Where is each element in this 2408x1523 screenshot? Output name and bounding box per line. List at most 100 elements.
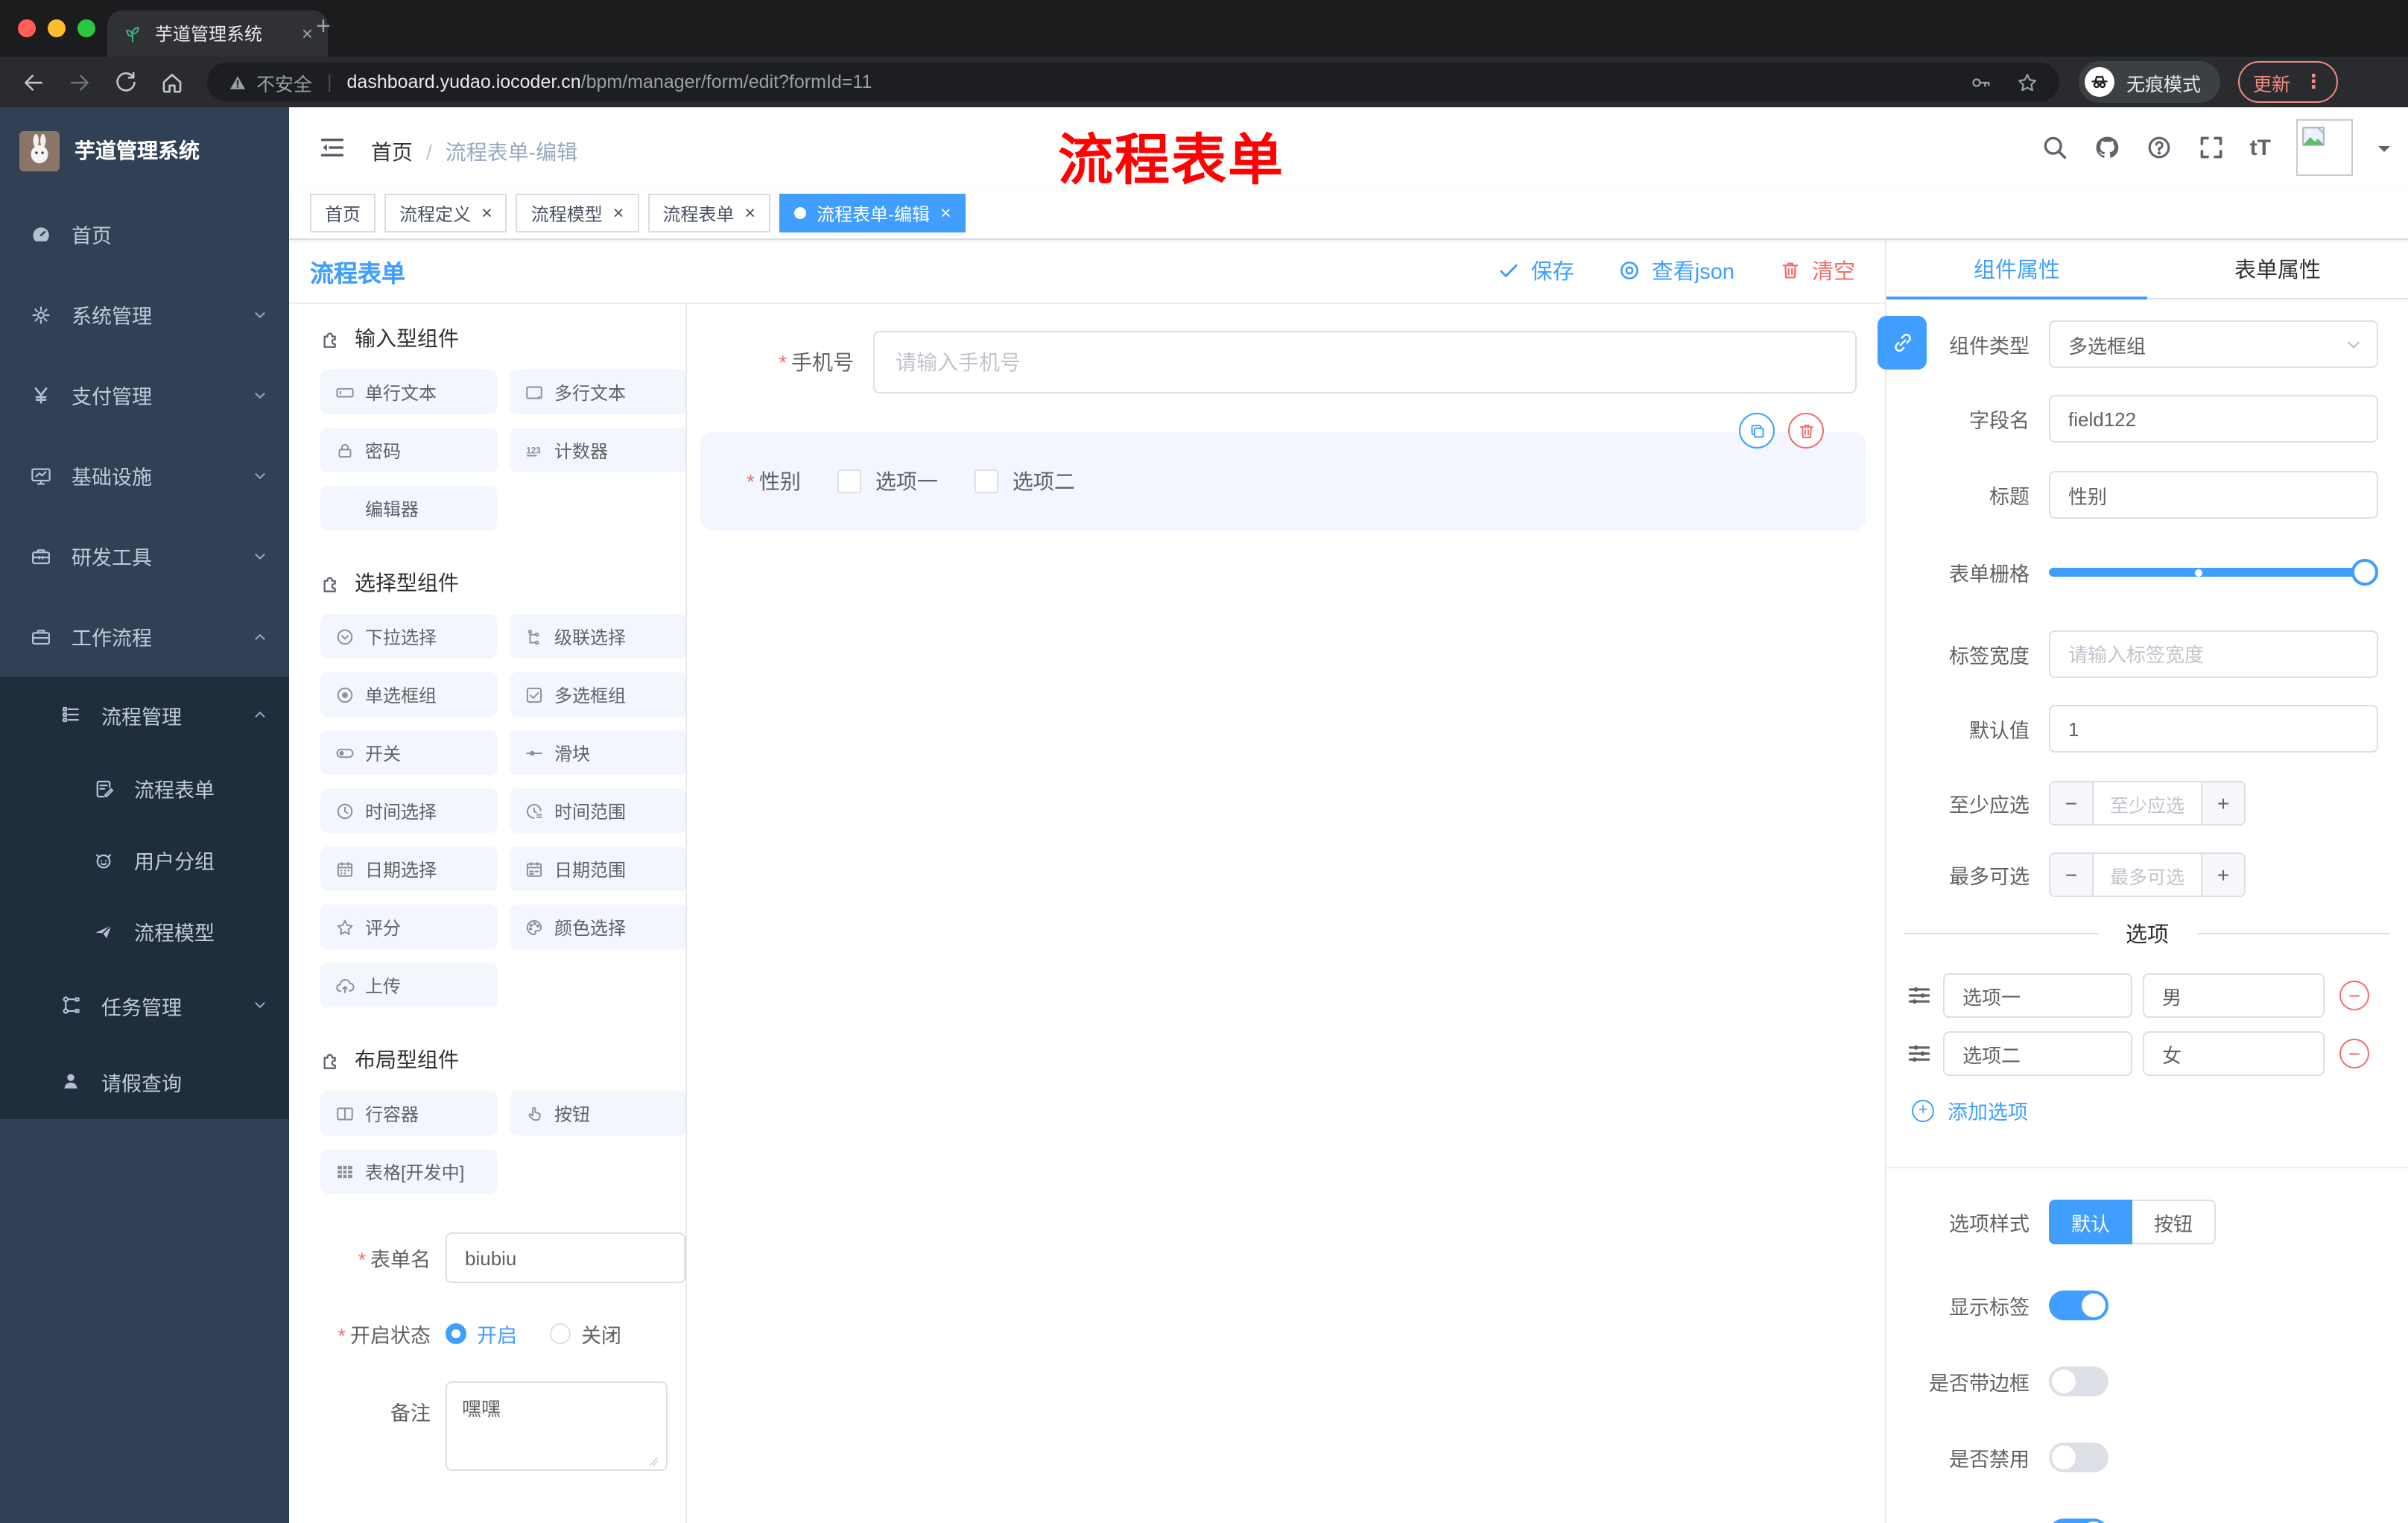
form-name-input[interactable] <box>446 1232 685 1283</box>
close-icon[interactable]: × <box>940 203 951 223</box>
close-window-button[interactable] <box>18 19 36 37</box>
add-option-button[interactable]: + 添加选项 <box>1912 1095 2408 1125</box>
sidebar-item-leave-query[interactable]: 请假查询 <box>0 1043 289 1119</box>
component-type-select[interactable]: 多选框组 <box>2049 320 2378 368</box>
drag-handle-icon[interactable] <box>1906 1040 1933 1067</box>
sidebar-item[interactable]: 系统管理 <box>0 274 289 355</box>
increase-button[interactable]: + <box>2202 782 2244 824</box>
back-icon[interactable] <box>21 69 46 95</box>
sidebar-subitem[interactable]: 流程表单 <box>0 753 289 824</box>
search-icon[interactable] <box>2041 134 2068 161</box>
tag[interactable]: 流程表单 × <box>647 194 770 232</box>
sidebar-item[interactable]: 基础设施 <box>0 435 289 516</box>
reload-icon[interactable] <box>113 69 139 95</box>
sidebar-item[interactable]: 工作流程 <box>0 596 289 677</box>
app-logo[interactable]: 芋道管理系统 <box>0 107 289 194</box>
toggle-switch[interactable] <box>2049 1367 2108 1396</box>
component-item[interactable]: 颜色选择 <box>510 905 685 949</box>
chrome-update-button[interactable]: 更新 ⋮ <box>2238 61 2339 103</box>
component-item[interactable]: 按钮 <box>510 1091 685 1136</box>
phone-field[interactable]: 手机号 <box>723 331 1857 393</box>
component-item[interactable]: 单选框组 <box>320 672 498 717</box>
tag[interactable]: 首页 <box>310 194 376 232</box>
close-icon[interactable]: × <box>481 203 492 223</box>
option-value-input[interactable] <box>2143 973 2325 1018</box>
sidebar-subitem[interactable]: 流程模型 <box>0 896 289 967</box>
component-item[interactable]: 多行文本 <box>510 370 685 414</box>
remove-option-button[interactable]: − <box>2339 981 2369 1010</box>
zoom-window-button[interactable] <box>77 19 95 37</box>
field-name-input[interactable] <box>2049 395 2378 443</box>
github-icon[interactable] <box>2094 134 2120 161</box>
drag-handle-icon[interactable] <box>1906 982 1933 1009</box>
clear-button[interactable]: 清空 <box>1779 255 1855 286</box>
sidebar-item[interactable]: 首页 <box>0 194 289 274</box>
not-secure-icon[interactable] <box>228 72 247 92</box>
decrease-button[interactable]: − <box>2050 782 2092 824</box>
breadcrumb-home[interactable]: 首页 <box>371 137 413 167</box>
sidebar-item[interactable]: 研发工具 <box>0 516 289 596</box>
label-width-input[interactable] <box>2049 630 2378 678</box>
avatar[interactable] <box>2296 119 2353 176</box>
style-default-button[interactable]: 默认 <box>2049 1200 2132 1244</box>
component-item[interactable]: 时间范围 <box>510 788 685 833</box>
resize-grip-icon[interactable] <box>650 1457 663 1471</box>
toggle-switch[interactable] <box>2049 1519 2108 1523</box>
tab-component-props[interactable]: 组件属性 <box>1886 238 2147 298</box>
gender-field-selected[interactable]: 性别 选项一 选项二 <box>700 413 1866 531</box>
component-item[interactable]: 开关 <box>320 730 498 775</box>
delete-component-button[interactable] <box>1788 413 1824 449</box>
close-icon[interactable]: × <box>744 203 755 223</box>
component-item[interactable]: 表格[开发中] <box>320 1149 498 1194</box>
home-icon[interactable] <box>159 69 185 95</box>
font-size-icon[interactable]: tT <box>2250 135 2271 160</box>
sidebar-item-process-management[interactable]: 流程管理 <box>0 677 289 753</box>
tab-form-props[interactable]: 表单属性 <box>2147 238 2408 298</box>
component-item[interactable]: 评分 <box>320 905 498 949</box>
sidebar-item-task-management[interactable]: 任务管理 <box>0 967 289 1043</box>
bookmark-star-icon[interactable] <box>2016 71 2038 93</box>
component-item[interactable]: 多选框组 <box>510 672 685 717</box>
new-tab-button[interactable]: + <box>316 13 331 39</box>
phone-input[interactable] <box>873 331 1857 393</box>
option-value-input[interactable] <box>2143 1031 2325 1076</box>
more-menu-icon[interactable]: ⋮ <box>2304 70 2323 94</box>
hamburger-icon[interactable] <box>319 134 346 161</box>
default-value-input[interactable] <box>2049 705 2378 753</box>
sidebar-item[interactable]: 支付管理 <box>0 355 289 435</box>
title-input[interactable] <box>2049 471 2378 519</box>
toggle-switch[interactable] <box>2049 1443 2108 1472</box>
component-item[interactable]: 滑块 <box>510 730 685 775</box>
component-item[interactable]: 时间选择 <box>320 788 498 833</box>
close-icon[interactable]: × <box>613 203 624 223</box>
component-item[interactable]: 日期范围 <box>510 846 685 891</box>
avatar-caret-icon[interactable] <box>2378 145 2390 157</box>
component-item[interactable]: 单行文本 <box>320 370 498 414</box>
form-remark-textarea[interactable]: 嘿嘿 <box>446 1381 668 1471</box>
component-item[interactable]: 行容器 <box>320 1091 498 1136</box>
increase-button[interactable]: + <box>2202 854 2244 896</box>
copy-component-button[interactable] <box>1739 413 1775 449</box>
password-key-icon[interactable] <box>1970 71 1992 93</box>
component-item[interactable]: 123 计数器 <box>510 428 685 472</box>
help-icon[interactable] <box>2146 134 2173 161</box>
component-item[interactable]: 下拉选择 <box>320 614 498 659</box>
decrease-button[interactable]: − <box>2050 854 2092 896</box>
status-on-radio[interactable]: 开启 <box>446 1319 517 1349</box>
style-button-button[interactable]: 按钮 <box>2132 1200 2216 1244</box>
component-item[interactable]: 日期选择 <box>320 846 498 891</box>
save-button[interactable]: 保存 <box>1498 255 1574 286</box>
gender-option-1-checkbox[interactable]: 选项一 <box>837 466 938 496</box>
tag[interactable]: 流程模型 × <box>516 194 639 232</box>
link-drawer-button[interactable] <box>1878 316 1927 370</box>
sidebar-subitem[interactable]: 用户分组 <box>0 824 289 896</box>
component-item[interactable]: 上传 <box>320 963 498 1007</box>
option-label-input[interactable] <box>1943 973 2132 1018</box>
browser-tab[interactable]: 芋道管理系统 × <box>107 10 328 57</box>
slider-handle[interactable] <box>2351 559 2378 586</box>
minimize-window-button[interactable] <box>48 19 66 37</box>
component-item[interactable]: 编辑器 <box>320 486 498 531</box>
gender-option-2-checkbox[interactable]: 选项二 <box>975 466 1075 496</box>
address-bar[interactable]: 不安全 | dashboard.yudao.iocoder.cn/bpm/man… <box>207 63 2059 101</box>
close-tab-icon[interactable]: × <box>302 24 313 43</box>
